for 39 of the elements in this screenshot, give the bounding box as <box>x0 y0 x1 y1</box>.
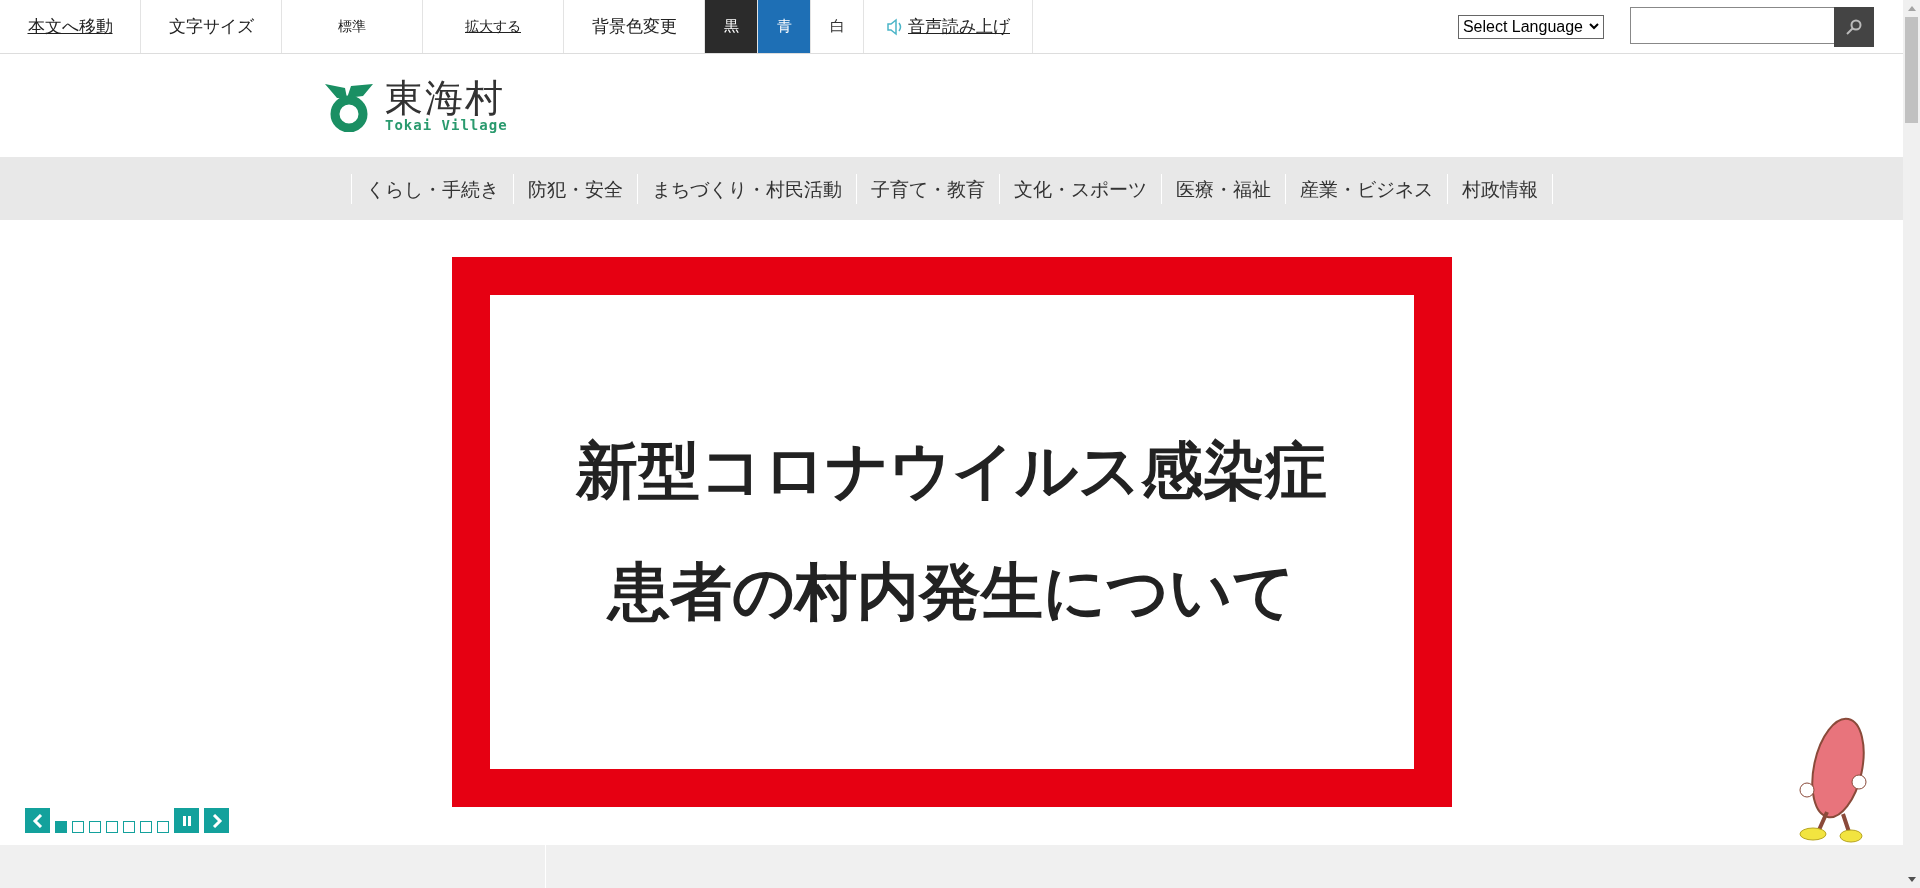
nav-item[interactable]: 産業・ビジネス <box>1284 173 1447 204</box>
enlarge-text-link[interactable]: 拡大する <box>423 0 564 53</box>
nav-item[interactable]: くらし・手続き <box>350 173 513 204</box>
standard-size-button[interactable]: 標準 <box>282 0 423 53</box>
nav-item[interactable]: まちづくり・村民活動 <box>636 173 856 204</box>
read-aloud-link[interactable]: 音声読み上げ <box>864 0 1033 53</box>
banner-text: 患者の村内発生について <box>608 554 1295 630</box>
nav-item[interactable]: 文化・スポーツ <box>998 173 1161 204</box>
search-button[interactable] <box>1834 6 1874 47</box>
search-field[interactable] <box>1630 6 1834 44</box>
slide-indicator[interactable] <box>72 821 84 833</box>
nav-item[interactable]: 子育て・教育 <box>855 173 999 204</box>
nav-item[interactable]: 村政情報 <box>1446 173 1553 204</box>
pause-icon <box>181 814 192 827</box>
slide-indicator[interactable] <box>89 821 101 833</box>
logo-subtitle: Tokai Village <box>385 116 508 133</box>
color-theme-button[interactable]: 黒 <box>705 0 758 53</box>
logo-name[interactable]: 東海村 <box>385 78 508 117</box>
setting-label: 文字サイズ <box>141 0 282 53</box>
nav-item[interactable]: 医療・福祉 <box>1160 173 1285 204</box>
speaker-icon <box>886 17 904 36</box>
language-select[interactable]: Select Language <box>1457 14 1604 39</box>
slide-indicator[interactable] <box>106 821 118 833</box>
chevron-down-icon <box>1589 23 1599 30</box>
pause-button[interactable] <box>174 808 199 833</box>
previous-button[interactable] <box>25 808 50 833</box>
search-icon <box>1845 17 1863 36</box>
scrollbar-thumb[interactable] <box>1905 17 1918 123</box>
next-button[interactable] <box>204 808 229 833</box>
color-theme-button[interactable]: 青 <box>758 0 811 53</box>
banner-text: 新型コロナウイルス感染症 <box>576 433 1327 510</box>
slide-indicator[interactable] <box>157 821 169 833</box>
chevron-right-icon <box>210 813 223 828</box>
skip-link[interactable]: 本文へ移動 <box>0 0 141 53</box>
nav-item[interactable]: 防犯・安全 <box>512 173 637 204</box>
chevron-left-icon <box>31 813 44 828</box>
slide-indicator[interactable] <box>123 821 135 833</box>
banner[interactable]: 新型コロナウイルス感染症 患者の村内発生について <box>451 257 1452 807</box>
slide-indicator[interactable] <box>140 821 152 833</box>
